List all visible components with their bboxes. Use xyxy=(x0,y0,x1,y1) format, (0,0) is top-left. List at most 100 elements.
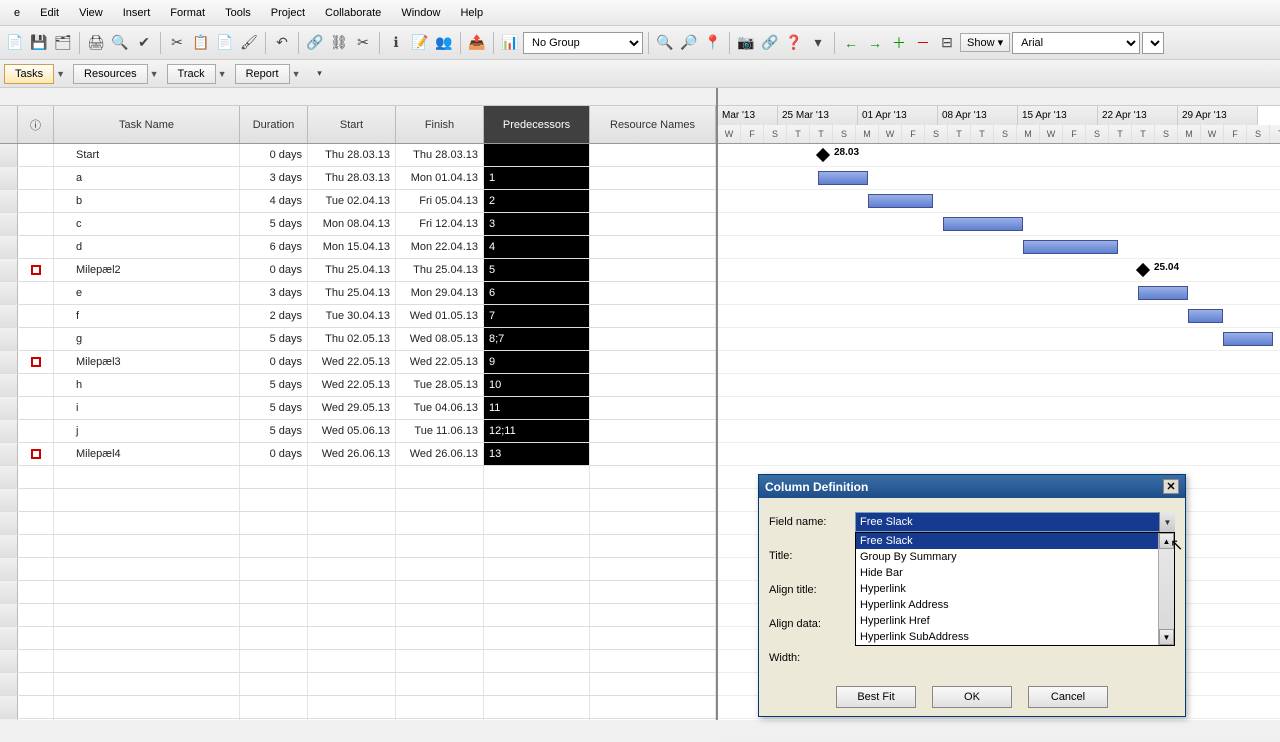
field-name-select[interactable]: Free Slack ▼ xyxy=(855,512,1175,532)
remove-icon[interactable]: － xyxy=(912,32,934,54)
col-info[interactable]: ⓘ xyxy=(18,106,54,143)
table-row[interactable]: b 4 days Tue 02.04.13 Fri 05.04.13 2 xyxy=(0,190,716,213)
menu-insert[interactable]: Insert xyxy=(113,3,161,23)
font-select[interactable]: Arial xyxy=(1012,32,1140,54)
table-row[interactable] xyxy=(0,489,716,512)
dropdown-option[interactable]: Hide Bar xyxy=(856,565,1174,581)
table-row[interactable] xyxy=(0,696,716,719)
gantt-bar[interactable] xyxy=(1223,332,1273,346)
table-row[interactable] xyxy=(0,535,716,558)
unlink-icon[interactable]: ⛓ xyxy=(328,32,350,54)
table-row[interactable]: i 5 days Wed 29.05.13 Tue 04.06.13 11 xyxy=(0,397,716,420)
saveall-icon[interactable]: 🗂 xyxy=(52,32,74,54)
menu-window[interactable]: Window xyxy=(391,3,450,23)
help-icon[interactable]: ❓ xyxy=(783,32,805,54)
show-dropdown[interactable]: Show ▾ xyxy=(960,33,1010,52)
menu-project[interactable]: Project xyxy=(261,3,315,23)
gantt-bar[interactable] xyxy=(1188,309,1223,323)
table-row[interactable]: Milepæl3 0 days Wed 22.05.13 Wed 22.05.1… xyxy=(0,351,716,374)
table-row[interactable]: j 5 days Wed 05.06.13 Tue 11.06.13 12;11 xyxy=(0,420,716,443)
collapse-icon[interactable]: ⊟ xyxy=(936,32,958,54)
table-row[interactable] xyxy=(0,673,716,696)
menu-edit[interactable]: Edit xyxy=(30,3,69,23)
dropdown-option[interactable]: Free Slack xyxy=(856,533,1174,549)
close-icon[interactable]: ✕ xyxy=(1163,479,1179,494)
dropdown-option[interactable]: Hyperlink SubAddress xyxy=(856,629,1174,645)
undo-icon[interactable]: ↶ xyxy=(271,32,293,54)
table-row[interactable] xyxy=(0,558,716,581)
publish-icon[interactable]: 📤 xyxy=(466,32,488,54)
menu-format[interactable]: Format xyxy=(160,3,215,23)
add-icon[interactable]: ＋ xyxy=(888,32,910,54)
new-icon[interactable]: 📄 xyxy=(4,32,26,54)
col-resources[interactable]: Resource Names xyxy=(590,106,716,143)
menu-collaborate[interactable]: Collaborate xyxy=(315,3,391,23)
table-row[interactable]: Milepæl4 0 days Wed 26.06.13 Wed 26.06.1… xyxy=(0,443,716,466)
dialog-titlebar[interactable]: Column Definition ✕ xyxy=(759,475,1185,498)
assign-icon[interactable]: 👥 xyxy=(433,32,455,54)
tab-track[interactable]: Track xyxy=(167,64,216,84)
tab-resources[interactable]: Resources xyxy=(73,64,148,84)
table-row[interactable] xyxy=(0,650,716,673)
table-row[interactable]: Start 0 days Thu 28.03.13 Thu 28.03.13 xyxy=(0,144,716,167)
tab-resources-drop[interactable]: ▼ xyxy=(150,69,159,79)
fontsize-select[interactable]: 8 xyxy=(1142,32,1164,54)
col-predecessors[interactable]: Predecessors xyxy=(484,106,590,143)
group-select[interactable]: No Group xyxy=(523,32,643,54)
preview-icon[interactable]: 🔍 xyxy=(109,32,131,54)
gantt-bar[interactable] xyxy=(868,194,933,208)
paste-icon[interactable]: 📄 xyxy=(214,32,236,54)
table-row[interactable]: f 2 days Tue 30.04.13 Wed 01.05.13 7 xyxy=(0,305,716,328)
table-row[interactable]: c 5 days Mon 08.04.13 Fri 12.04.13 3 xyxy=(0,213,716,236)
spell-icon[interactable]: ✔ xyxy=(133,32,155,54)
ok-button[interactable]: OK xyxy=(932,686,1012,708)
table-row[interactable] xyxy=(0,466,716,489)
table-row[interactable]: d 6 days Mon 15.04.13 Mon 22.04.13 4 xyxy=(0,236,716,259)
copy-pic-icon[interactable]: 📷 xyxy=(735,32,757,54)
table-row[interactable]: Milepæl2 0 days Thu 25.04.13 Thu 25.04.1… xyxy=(0,259,716,282)
tab-tasks[interactable]: Tasks xyxy=(4,64,54,84)
col-start[interactable]: Start xyxy=(308,106,396,143)
tab-report-drop[interactable]: ▼ xyxy=(292,69,301,79)
table-row[interactable] xyxy=(0,604,716,627)
scroll-down-icon[interactable]: ▼ xyxy=(1159,629,1174,645)
indent-icon[interactable]: → xyxy=(864,32,886,54)
dropdown-option[interactable]: Hyperlink Address xyxy=(856,597,1174,613)
table-row[interactable]: a 3 days Thu 28.03.13 Mon 01.04.13 1 xyxy=(0,167,716,190)
gantt-bar[interactable] xyxy=(1023,240,1118,254)
cut-icon[interactable]: ✂ xyxy=(166,32,188,54)
menu-help[interactable]: Help xyxy=(450,3,493,23)
toolbar-overflow[interactable]: ▾ xyxy=(309,63,331,85)
col-duration[interactable]: Duration xyxy=(240,106,308,143)
table-row[interactable] xyxy=(0,512,716,535)
table-row[interactable]: e 3 days Thu 25.04.13 Mon 29.04.13 6 xyxy=(0,282,716,305)
menu-tools[interactable]: Tools xyxy=(215,3,261,23)
table-row[interactable]: g 5 days Thu 02.05.13 Wed 08.05.13 8;7 xyxy=(0,328,716,351)
gantt-bar[interactable] xyxy=(1138,286,1188,300)
table-row[interactable] xyxy=(0,581,716,604)
copy-icon[interactable]: 📋 xyxy=(190,32,212,54)
group-icon[interactable]: 📊 xyxy=(499,32,521,54)
notes-icon[interactable]: 📝 xyxy=(409,32,431,54)
scroll-up-icon[interactable]: ▲ xyxy=(1159,533,1174,549)
share-icon[interactable]: 🔗 xyxy=(759,32,781,54)
zoomin-icon[interactable]: 🔍 xyxy=(654,32,676,54)
bestfit-button[interactable]: Best Fit xyxy=(836,686,916,708)
info-icon[interactable]: ℹ xyxy=(385,32,407,54)
zoomout-icon[interactable]: 🔎 xyxy=(678,32,700,54)
col-taskname[interactable]: Task Name xyxy=(54,106,240,143)
link-icon[interactable]: 🔗 xyxy=(304,32,326,54)
gantt-bar[interactable] xyxy=(943,217,1023,231)
print-icon[interactable]: 🖨 xyxy=(85,32,107,54)
grid-body[interactable]: Start 0 days Thu 28.03.13 Thu 28.03.13 a… xyxy=(0,144,716,720)
split-icon[interactable]: ✂ xyxy=(352,32,374,54)
tab-tasks-drop[interactable]: ▼ xyxy=(56,69,65,79)
table-row[interactable]: h 5 days Wed 22.05.13 Tue 28.05.13 10 xyxy=(0,374,716,397)
outdent-icon[interactable]: ← xyxy=(840,32,862,54)
field-name-dropdown[interactable]: Free SlackGroup By SummaryHide BarHyperl… xyxy=(855,532,1175,646)
save-icon[interactable]: 💾 xyxy=(28,32,50,54)
more-icon[interactable]: ▾ xyxy=(807,32,829,54)
table-row[interactable] xyxy=(0,627,716,650)
format-painter-icon[interactable]: 🖌 xyxy=(238,32,260,54)
chevron-down-icon[interactable]: ▼ xyxy=(1159,512,1175,532)
